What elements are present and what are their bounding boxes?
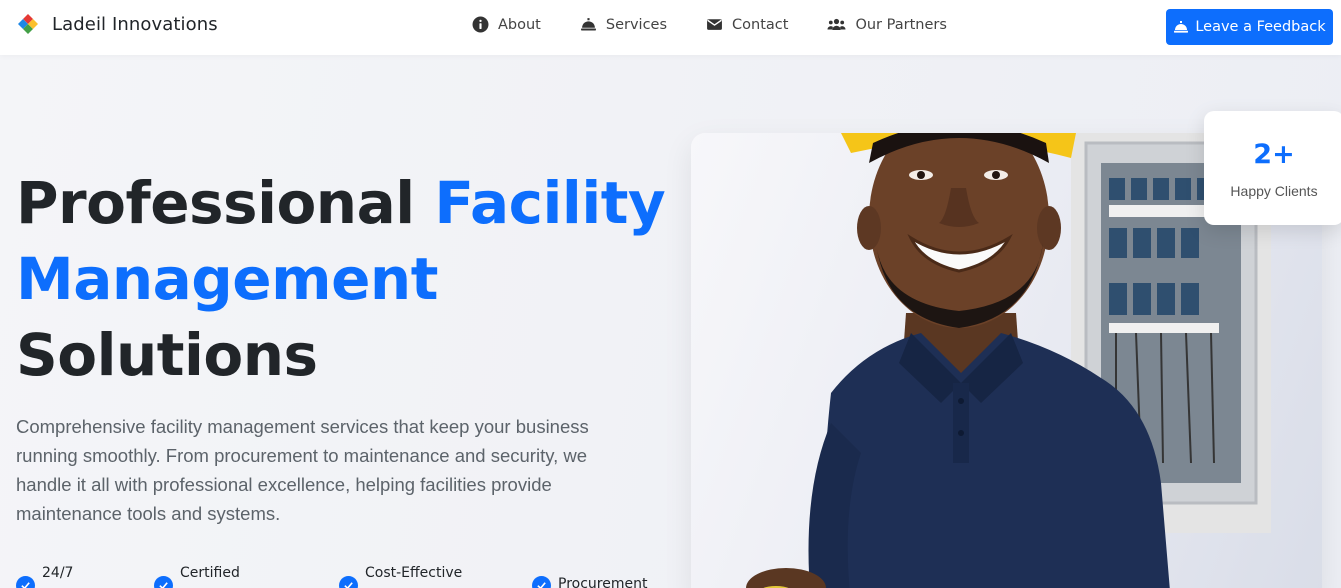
nav-item-partners[interactable]: Our Partners <box>827 16 947 33</box>
hero-title-part2: Solutions <box>16 321 318 389</box>
hero-description: Comprehensive facility management servic… <box>16 416 589 524</box>
check-circle-icon <box>154 576 173 588</box>
check-circle-icon <box>532 576 551 588</box>
brand-name: Ladeil Innovations <box>52 13 218 35</box>
nav-item-label: Contact <box>732 16 789 33</box>
envelope-icon <box>706 16 723 33</box>
nav-item-label: Our Partners <box>855 16 947 33</box>
nav-item-about[interactable]: About <box>472 16 541 33</box>
nav-item-contact[interactable]: Contact <box>706 16 788 33</box>
brand[interactable]: Ladeil Innovations <box>16 12 218 36</box>
service-bell-icon <box>1173 19 1195 35</box>
users-icon <box>827 16 846 33</box>
nav-item-services[interactable]: Services <box>580 16 667 33</box>
feature-list: 24/7 Certified Cost-Effective Procuremen… <box>16 565 676 588</box>
check-circle-icon <box>16 576 35 588</box>
feedback-button-label: Leave a Feedback <box>1195 19 1326 35</box>
feature-label: Cost-Effective <box>365 565 463 581</box>
feature-item: Certified <box>154 565 240 588</box>
feature-label: Procurement <box>558 576 648 588</box>
service-bell-icon <box>580 16 597 33</box>
nav-item-label: About <box>498 16 541 33</box>
check-circle-icon <box>339 576 358 588</box>
nav-item-label: Services <box>605 16 668 33</box>
feature-item: Cost-Effective <box>339 565 462 588</box>
info-circle-icon <box>472 16 489 33</box>
top-navbar: Ladeil Innovations About Services Contac… <box>0 0 1341 55</box>
feature-label: Certified <box>180 565 240 581</box>
stat-value: 2+ <box>1253 139 1295 170</box>
diamond-logo-icon <box>16 12 40 36</box>
stat-label: Happy Clients <box>1230 183 1318 199</box>
nav-links: About Services Contact Our Partners <box>472 16 986 33</box>
feature-label: 24/7 <box>42 565 74 581</box>
feature-item: 24/7 <box>16 565 73 588</box>
feature-item: Procurement <box>532 576 647 588</box>
happy-clients-stat-card: 2+ Happy Clients <box>1204 111 1341 225</box>
hero-title-part1: Professional <box>16 169 435 237</box>
leave-feedback-button[interactable]: Leave a Feedback <box>1166 9 1333 45</box>
hero-title: Professional Facility Management Solution… <box>16 165 676 393</box>
